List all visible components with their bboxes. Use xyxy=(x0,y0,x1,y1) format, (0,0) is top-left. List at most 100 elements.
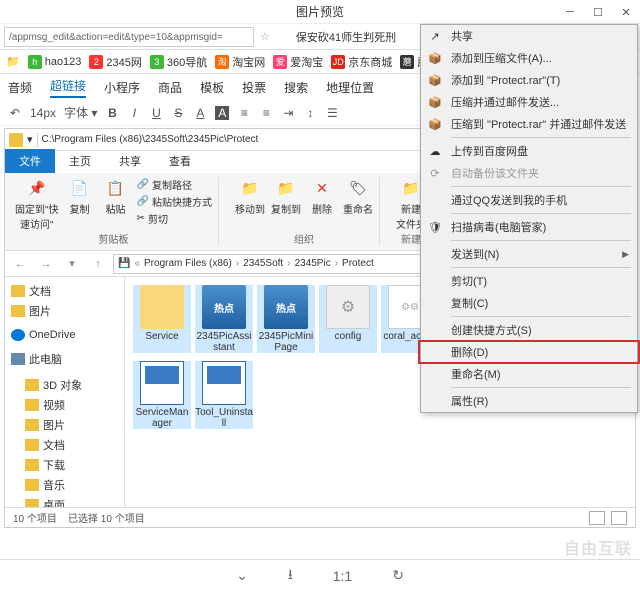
bookmark-aitaobao[interactable]: 爱爱淘宝 xyxy=(273,54,323,70)
close-button[interactable]: ✕ xyxy=(612,0,640,24)
sidebar-item-3[interactable]: 此电脑 xyxy=(7,349,122,369)
file-item-service[interactable]: Service xyxy=(133,285,191,353)
nav-up-button[interactable]: ↑ xyxy=(87,254,109,274)
rename-button[interactable]: 🏷重命名 xyxy=(343,177,373,216)
font-family-select[interactable]: 字体 ▾ xyxy=(64,104,97,121)
ctx-item-1[interactable]: 📦添加到压缩文件(A)... xyxy=(421,47,637,69)
copy-to-button[interactable]: 📁复制到 xyxy=(271,177,301,216)
browser-tab-title[interactable]: 保安砍41师生判死刑 xyxy=(296,29,396,45)
ctx-item-3[interactable]: 📦压缩并通过邮件发送... xyxy=(421,91,637,113)
menu-miniprogram[interactable]: 小程序 xyxy=(104,79,140,96)
move-to-button[interactable]: 📁移动到 xyxy=(235,177,265,216)
tab-file[interactable]: 文件 xyxy=(5,149,55,173)
bookmark-folder-icon[interactable]: 📁 xyxy=(6,55,20,68)
explorer-qat-down[interactable]: ▾ xyxy=(27,133,33,146)
folder-icon xyxy=(25,459,39,471)
view-icons-button[interactable] xyxy=(611,511,627,525)
nav-history-button[interactable]: ▾ xyxy=(61,254,83,274)
bookmark-2345[interactable]: 22345网 xyxy=(89,54,141,70)
highlight-button[interactable]: A xyxy=(215,106,229,120)
ctx-item-11[interactable]: 🛡扫描病毒(电脑管家) xyxy=(421,216,637,238)
indent-button[interactable]: ⇥ xyxy=(281,106,295,120)
bold-button[interactable]: B xyxy=(105,106,119,120)
ctx-item-19[interactable]: 删除(D) xyxy=(421,341,637,363)
sidebar-item-9[interactable]: 音乐 xyxy=(7,475,122,495)
list-button[interactable]: ☰ xyxy=(325,106,339,120)
paste-button[interactable]: 📋 粘贴 xyxy=(101,177,131,216)
ctx-item-9[interactable]: 通过QQ发送到我的手机 xyxy=(421,189,637,211)
bookmark-jd[interactable]: JD京东商城 xyxy=(331,54,392,70)
undo-button[interactable]: ↶ xyxy=(8,106,22,120)
sidebar-item-6[interactable]: 图片 xyxy=(7,415,122,435)
sidebar-item-8[interactable]: 下载 xyxy=(7,455,122,475)
nav-back-button[interactable]: ← xyxy=(9,254,31,274)
ctx-item-22[interactable]: 属性(R) xyxy=(421,390,637,412)
italic-button[interactable]: I xyxy=(127,106,141,120)
prev-image-button[interactable]: ⌄ xyxy=(236,567,248,584)
file-item-tool_uninstall[interactable]: Tool_Uninstall xyxy=(195,361,253,429)
ctx-item-label: 创建快捷方式(S) xyxy=(451,322,532,338)
underline-button[interactable]: U xyxy=(149,106,163,120)
ctx-item-18[interactable]: 创建快捷方式(S) xyxy=(421,319,637,341)
copy-path-button[interactable]: 🔗 复制路径 xyxy=(137,177,212,192)
align-center-button[interactable]: ≡ xyxy=(259,106,273,120)
sidebar-item-0[interactable]: 文档 xyxy=(7,281,122,301)
font-color-button[interactable]: A xyxy=(193,106,207,120)
align-left-button[interactable]: ≡ xyxy=(237,106,251,120)
menu-location[interactable]: 地理位置 xyxy=(326,79,374,96)
download-button[interactable]: ⭳ xyxy=(288,564,293,588)
url-input[interactable]: /appmsg_edit&action=edit&type=10&appmsgi… xyxy=(4,27,254,47)
ctx-item-4[interactable]: 📦压缩到 "Protect.rar" 并通过邮件发送 xyxy=(421,113,637,135)
file-item-2345picassistant[interactable]: 热点2345PicAssistant xyxy=(195,285,253,353)
delete-button[interactable]: ✕删除 xyxy=(307,177,337,216)
file-item-servicemanager[interactable]: ServiceManager xyxy=(133,361,191,429)
menu-audio[interactable]: 音频 xyxy=(8,79,32,96)
font-size-select[interactable]: 14px xyxy=(30,106,56,120)
favorite-icon[interactable]: ☆ xyxy=(260,30,270,43)
menu-hyperlink[interactable]: 超链接 xyxy=(50,77,86,98)
ctx-item-7[interactable]: ⟳自动备份该文件夹 xyxy=(421,162,637,184)
strike-button[interactable]: S xyxy=(171,106,185,120)
menu-product[interactable]: 商品 xyxy=(158,79,182,96)
pin-icon: 📌 xyxy=(26,177,48,199)
ctx-item-label: 剪切(T) xyxy=(451,273,487,289)
bookmark-360[interactable]: 3360导航 xyxy=(150,54,207,70)
bookmark-hao123[interactable]: hhao123 xyxy=(28,55,82,69)
ctx-item-label: 扫描病毒(电脑管家) xyxy=(451,219,546,235)
ctx-item-2[interactable]: 📦添加到 "Protect.rar"(T) xyxy=(421,69,637,91)
file-item-2345picminipage[interactable]: 热点2345PicMiniPage xyxy=(257,285,315,353)
menu-vote[interactable]: 投票 xyxy=(242,79,266,96)
tab-home[interactable]: 主页 xyxy=(55,149,105,173)
ctx-item-20[interactable]: 重命名(M) xyxy=(421,363,637,385)
sidebar-item-1[interactable]: 图片 xyxy=(7,301,122,321)
line-height-button[interactable]: ↕ xyxy=(303,106,317,120)
tab-view[interactable]: 查看 xyxy=(155,149,205,173)
ctx-item-15[interactable]: 剪切(T) xyxy=(421,270,637,292)
hotfolder-icon: 热点 xyxy=(264,285,308,329)
cut-button[interactable]: ✂ 剪切 xyxy=(137,211,212,226)
ctx-item-0[interactable]: ↗共享 xyxy=(421,25,637,47)
view-details-button[interactable] xyxy=(589,511,605,525)
watermark: 自由互联 xyxy=(564,535,632,559)
menu-search[interactable]: 搜索 xyxy=(284,79,308,96)
pin-quickaccess-button[interactable]: 📌 固定到"快 速访问" xyxy=(15,177,59,231)
maximize-button[interactable]: ☐ xyxy=(584,0,612,24)
ctx-item-6[interactable]: ☁上传到百度网盘 xyxy=(421,140,637,162)
nav-forward-button[interactable]: → xyxy=(35,254,57,274)
tab-share[interactable]: 共享 xyxy=(105,149,155,173)
ctx-item-16[interactable]: 复制(C) xyxy=(421,292,637,314)
sidebar-item-10[interactable]: 桌面 xyxy=(7,495,122,507)
menu-template[interactable]: 模板 xyxy=(200,79,224,96)
sidebar-item-2[interactable]: OneDrive xyxy=(7,327,122,343)
ctx-item-13[interactable]: 发送到(N)▶ xyxy=(421,243,637,265)
paste-shortcut-button[interactable]: 🔗 粘贴快捷方式 xyxy=(137,194,212,209)
minimize-button[interactable]: ─ xyxy=(556,0,584,24)
sidebar-item-7[interactable]: 文档 xyxy=(7,435,122,455)
sidebar-item-5[interactable]: 视频 xyxy=(7,395,122,415)
copy-button[interactable]: 📄 复制 xyxy=(65,177,95,216)
actual-size-button[interactable]: 1:1 xyxy=(333,568,352,584)
rotate-button[interactable]: ↻ xyxy=(392,567,404,584)
bookmark-taobao[interactable]: 淘淘宝网 xyxy=(215,54,265,70)
sidebar-item-4[interactable]: 3D 对象 xyxy=(7,375,122,395)
file-item-config[interactable]: config xyxy=(319,285,377,353)
